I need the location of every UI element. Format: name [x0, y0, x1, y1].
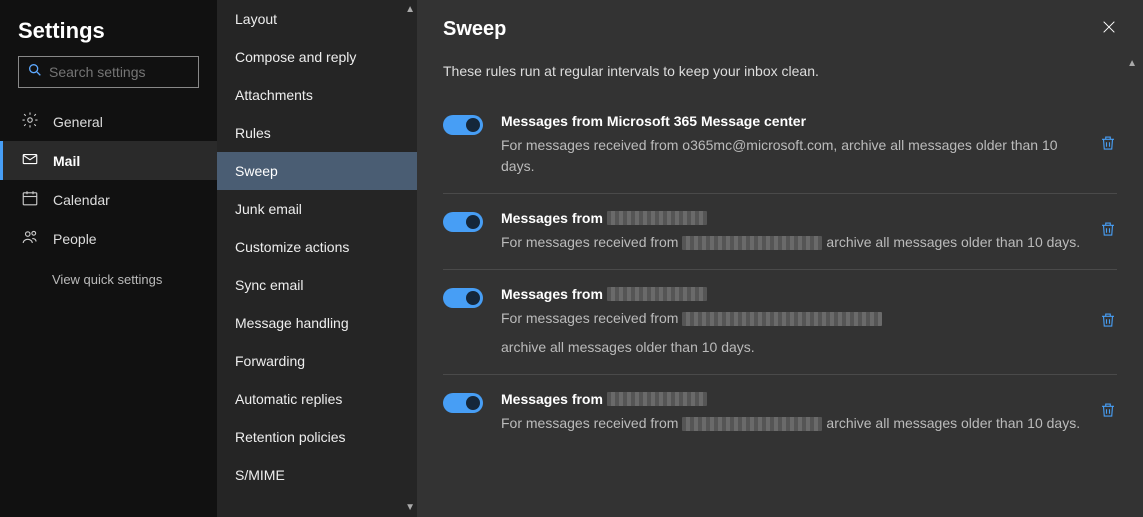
- nav-label: People: [53, 231, 97, 247]
- nav-people[interactable]: People: [0, 219, 217, 258]
- sweep-rule: Messages from For messages received froma…: [443, 270, 1117, 375]
- main-panel: Sweep ▲ These rules run at regular inter…: [417, 0, 1143, 517]
- redacted-text: [682, 417, 822, 431]
- submenu-item-sync-email[interactable]: Sync email: [217, 266, 417, 304]
- rule-content: Messages from For messages received froma…: [501, 210, 1081, 253]
- sweep-rule: Messages from For messages received froma…: [443, 375, 1117, 450]
- submenu-item-message-handling[interactable]: Message handling: [217, 304, 417, 342]
- rule-title: Messages from: [501, 210, 1081, 226]
- main-header: Sweep: [417, 0, 1143, 49]
- submenu-panel: ▲ LayoutCompose and replyAttachmentsRule…: [217, 0, 417, 517]
- rule-description: For messages received fromarchive all me…: [501, 232, 1081, 253]
- rule-title: Messages from: [501, 286, 1081, 302]
- nav-label: Calendar: [53, 192, 110, 208]
- submenu-item-automatic-replies[interactable]: Automatic replies: [217, 380, 417, 418]
- submenu-item-layout[interactable]: Layout: [217, 0, 417, 38]
- nav-mail[interactable]: Mail: [0, 141, 217, 180]
- rule-title: Messages from: [501, 391, 1081, 407]
- envelope-icon: [21, 150, 39, 171]
- submenu-item-rules[interactable]: Rules: [217, 114, 417, 152]
- page-title: Sweep: [443, 18, 506, 41]
- rule-toggle[interactable]: [443, 212, 483, 232]
- main-body: These rules run at regular intervals to …: [417, 49, 1143, 517]
- rule-description: For messages received from o365mc@micros…: [501, 135, 1081, 177]
- redacted-text: [682, 312, 882, 326]
- delete-rule-button[interactable]: [1099, 401, 1117, 424]
- close-button[interactable]: [1101, 19, 1117, 40]
- search-box[interactable]: [18, 56, 199, 88]
- submenu-item-attachments[interactable]: Attachments: [217, 76, 417, 114]
- rule-content: Messages from For messages received froma…: [501, 391, 1081, 434]
- redacted-text: [682, 236, 822, 250]
- quick-settings-link[interactable]: View quick settings: [0, 258, 217, 301]
- page-description: These rules run at regular intervals to …: [443, 49, 1117, 97]
- submenu-item-sweep[interactable]: Sweep: [217, 152, 417, 190]
- submenu-item-customize-actions[interactable]: Customize actions: [217, 228, 417, 266]
- delete-rule-button[interactable]: [1099, 311, 1117, 334]
- search-input[interactable]: [49, 64, 230, 80]
- rule-toggle[interactable]: [443, 115, 483, 135]
- submenu-item-junk-email[interactable]: Junk email: [217, 190, 417, 228]
- nav-calendar[interactable]: Calendar: [0, 180, 217, 219]
- settings-sidebar: Settings General Mail Calendar People Vi…: [0, 0, 217, 517]
- redacted-text: [607, 392, 707, 406]
- nav-general[interactable]: General: [0, 102, 217, 141]
- rule-toggle[interactable]: [443, 393, 483, 413]
- submenu-item-s/mime[interactable]: S/MIME: [217, 456, 417, 494]
- rule-content: Messages from Microsoft 365 Message cent…: [501, 113, 1081, 177]
- scroll-up-icon[interactable]: ▲: [405, 4, 415, 15]
- sweep-rule: Messages from For messages received froma…: [443, 194, 1117, 270]
- submenu-item-compose-and-reply[interactable]: Compose and reply: [217, 38, 417, 76]
- sweep-rule: Messages from Microsoft 365 Message cent…: [443, 97, 1117, 194]
- rule-description: For messages received fromarchive all me…: [501, 413, 1081, 434]
- calendar-icon: [21, 189, 39, 210]
- submenu-item-forwarding[interactable]: Forwarding: [217, 342, 417, 380]
- nav-label: General: [53, 114, 103, 130]
- delete-rule-button[interactable]: [1099, 220, 1117, 243]
- rule-content: Messages from For messages received froma…: [501, 286, 1081, 358]
- settings-title: Settings: [0, 18, 217, 56]
- nav-label: Mail: [53, 153, 80, 169]
- rule-description: For messages received fromarchive all me…: [501, 308, 1081, 358]
- scroll-down-icon[interactable]: ▼: [405, 502, 415, 513]
- redacted-text: [607, 287, 707, 301]
- delete-rule-button[interactable]: [1099, 134, 1117, 157]
- gear-icon: [21, 111, 39, 132]
- submenu-item-retention-policies[interactable]: Retention policies: [217, 418, 417, 456]
- search-icon: [27, 62, 43, 83]
- rule-toggle[interactable]: [443, 288, 483, 308]
- redacted-text: [607, 211, 707, 225]
- people-icon: [21, 228, 39, 249]
- rule-title: Messages from Microsoft 365 Message cent…: [501, 113, 1081, 129]
